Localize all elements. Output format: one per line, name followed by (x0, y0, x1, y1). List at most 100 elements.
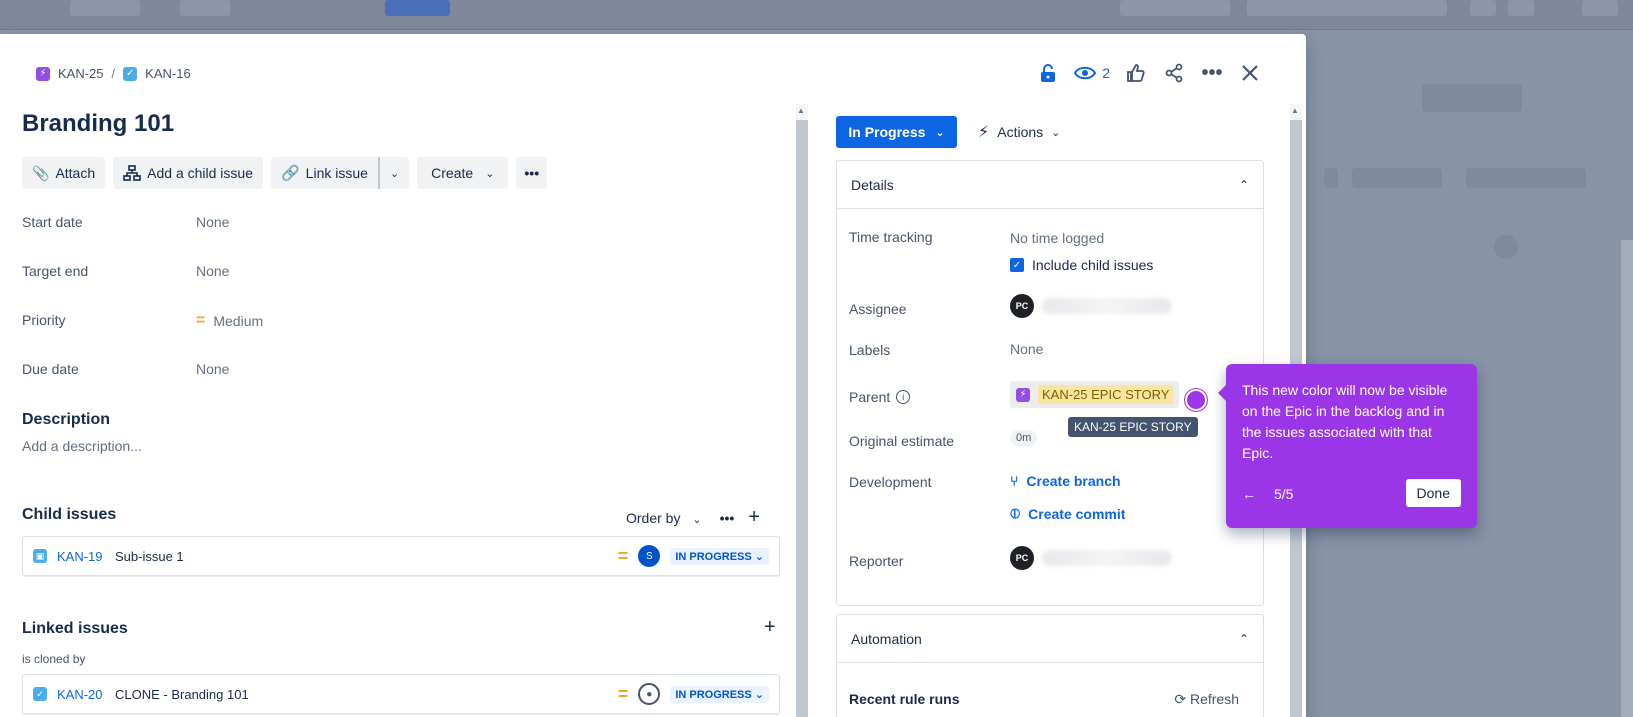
issue-key[interactable]: KAN-20 (57, 687, 115, 702)
unassigned-avatar-icon[interactable]: ● (638, 683, 661, 705)
child-issues-heading: Child issues (22, 506, 117, 523)
done-button[interactable]: Done (1405, 479, 1461, 507)
create-commit-link[interactable]: ⦶ Create commit (1010, 505, 1125, 522)
development-row: Development ⑂ Create branch (849, 472, 1121, 490)
scroll-up-icon[interactable]: ▲ (797, 106, 805, 115)
bg-scrollbar (1621, 240, 1633, 717)
avatar: PC (1010, 294, 1034, 318)
order-by-label: Order by (626, 509, 681, 526)
order-by-button[interactable]: Order by ⌄ (626, 510, 702, 526)
development-label: Development (849, 474, 932, 490)
linked-issue-row[interactable]: ✓ KAN-20 CLONE - Branding 101 = ● IN PRO… (22, 674, 780, 714)
link-icon: 🔗 (280, 165, 300, 182)
include-child-checkbox[interactable]: ✓ Include child issues (1010, 257, 1153, 273)
assignee-value[interactable]: PC (1010, 294, 1172, 318)
subtask-icon: ▣ (33, 549, 47, 563)
lock-icon[interactable] (1036, 61, 1060, 85)
add-icon[interactable]: + (748, 506, 760, 529)
parent-tooltip: KAN-25 EPIC STORY (1068, 417, 1198, 437)
status-badge[interactable]: IN PROGRESS ⌄ (670, 547, 769, 565)
field-start-date: Start date None (22, 214, 229, 230)
issue-summary[interactable]: CLONE - Branding 101 (115, 687, 618, 702)
left-scrollbar[interactable]: ▲ (796, 104, 808, 717)
status-button[interactable]: In Progress ⌄ (836, 116, 957, 148)
commit-icon: ⦶ (1010, 505, 1021, 521)
issue-title[interactable]: Branding 101 (22, 110, 174, 138)
reporter-value[interactable]: PC (1010, 546, 1172, 570)
child-issue-row[interactable]: ▣ KAN-19 Sub-issue 1 = S IN PROGRESS ⌄ (22, 536, 780, 576)
estimate-label: Original estimate (849, 433, 955, 449)
bg-shape (1422, 84, 1522, 112)
create-button[interactable]: Create ⌄ (417, 157, 509, 189)
bg-create-button (385, 0, 450, 16)
info-icon[interactable]: i (896, 390, 911, 404)
link-issue-button[interactable]: 🔗 Link issue (270, 157, 378, 189)
more-actions-button[interactable]: ••• (516, 157, 548, 189)
back-arrow-icon[interactable]: ← (1242, 486, 1256, 502)
breadcrumb-parent-key[interactable]: KAN-25 (58, 66, 104, 81)
refresh-label: Refresh (1189, 691, 1239, 707)
status-badge[interactable]: IN PROGRESS ⌄ (670, 685, 769, 703)
add-linked-icon[interactable]: + (764, 616, 776, 639)
bg-nav-item (180, 0, 230, 16)
status-label: IN PROGRESS (675, 550, 752, 563)
watch-button[interactable]: 2 (1074, 65, 1110, 81)
field-value[interactable]: None (196, 263, 229, 279)
breadcrumb-current-key[interactable]: KAN-16 (145, 66, 191, 81)
description-input[interactable]: Add a description... (22, 438, 142, 454)
more-icon[interactable]: ••• (720, 510, 735, 526)
priority-value[interactable]: = Medium (196, 312, 263, 330)
status-label: In Progress (848, 124, 926, 140)
time-tracking-value[interactable]: No time logged (1010, 230, 1104, 246)
status-label: IN PROGRESS (675, 688, 752, 701)
estimate-value[interactable]: 0m (1010, 427, 1038, 449)
scroll-thumb[interactable] (796, 120, 808, 717)
parent-value[interactable]: ⚡ KAN-25 EPIC STORY (1010, 381, 1180, 408)
priority-medium-icon: = (617, 545, 629, 566)
more-icon[interactable]: ••• (1200, 61, 1224, 85)
scroll-up-icon[interactable]: ▲ (1291, 106, 1299, 115)
labels-value[interactable]: None (1010, 340, 1043, 358)
include-child-row: ✓ Include child issues (849, 257, 1153, 273)
add-child-issue-button[interactable]: Add a child issue (113, 157, 263, 189)
link-issue-dropdown[interactable]: ⌄ (377, 157, 410, 189)
share-icon[interactable] (1162, 61, 1186, 85)
onboarding-popover: This new color will now be visible on th… (1218, 364, 1477, 528)
create-commit-label: Create commit (1028, 505, 1126, 522)
priority-label: Medium (213, 313, 264, 329)
close-icon[interactable] (1238, 61, 1262, 85)
bg-avatar (1582, 0, 1618, 16)
bg-shape (1352, 168, 1442, 188)
create-branch-link[interactable]: ⑂ Create branch (1010, 472, 1121, 490)
avatar[interactable]: S (638, 545, 661, 567)
actions-button[interactable]: ⚡ Actions ⌄ (978, 116, 1060, 148)
automation-header[interactable]: Automation ⌃ (837, 615, 1263, 663)
issue-key[interactable]: KAN-19 (57, 549, 115, 564)
linked-issues-heading: Linked issues (22, 620, 128, 637)
refresh-button[interactable]: ⟳ Refresh (1174, 691, 1239, 708)
field-value[interactable]: None (196, 214, 229, 230)
actions-label: Actions (997, 124, 1044, 140)
task-icon: ✓ (33, 687, 47, 701)
hierarchy-icon (123, 165, 141, 181)
field-value[interactable]: None (196, 361, 229, 377)
issue-toolbar: 📎 Attach Add a child issue 🔗 Link issue … (22, 157, 548, 189)
assignee-row: Assignee PC (849, 294, 1172, 318)
breadcrumb: ⚡ KAN-25 / ✓ KAN-16 (36, 66, 191, 81)
details-header[interactable]: Details ⌃ (837, 161, 1263, 209)
bg-shape (1494, 235, 1518, 259)
link-issue-split: 🔗 Link issue ⌄ (270, 157, 410, 189)
attach-button[interactable]: 📎 Attach (22, 157, 106, 189)
estimate-pill: 0m (1010, 430, 1038, 446)
chevron-down-icon: ⌄ (935, 126, 945, 139)
field-label: Due date (22, 361, 79, 377)
attach-label: Attach (55, 165, 96, 181)
original-estimate-row: Original estimate 0m (849, 427, 1038, 449)
details-panel: Details ⌃ Time tracking No time logged ✓… (836, 160, 1264, 606)
labels-row: Labels None (849, 340, 1043, 358)
issue-summary[interactable]: Sub-issue 1 (115, 549, 618, 564)
onboarding-beacon[interactable] (1185, 389, 1207, 411)
parent-row: Parent i ⚡ KAN-25 EPIC STORY (849, 381, 1180, 408)
thumbs-up-icon[interactable] (1124, 61, 1148, 85)
